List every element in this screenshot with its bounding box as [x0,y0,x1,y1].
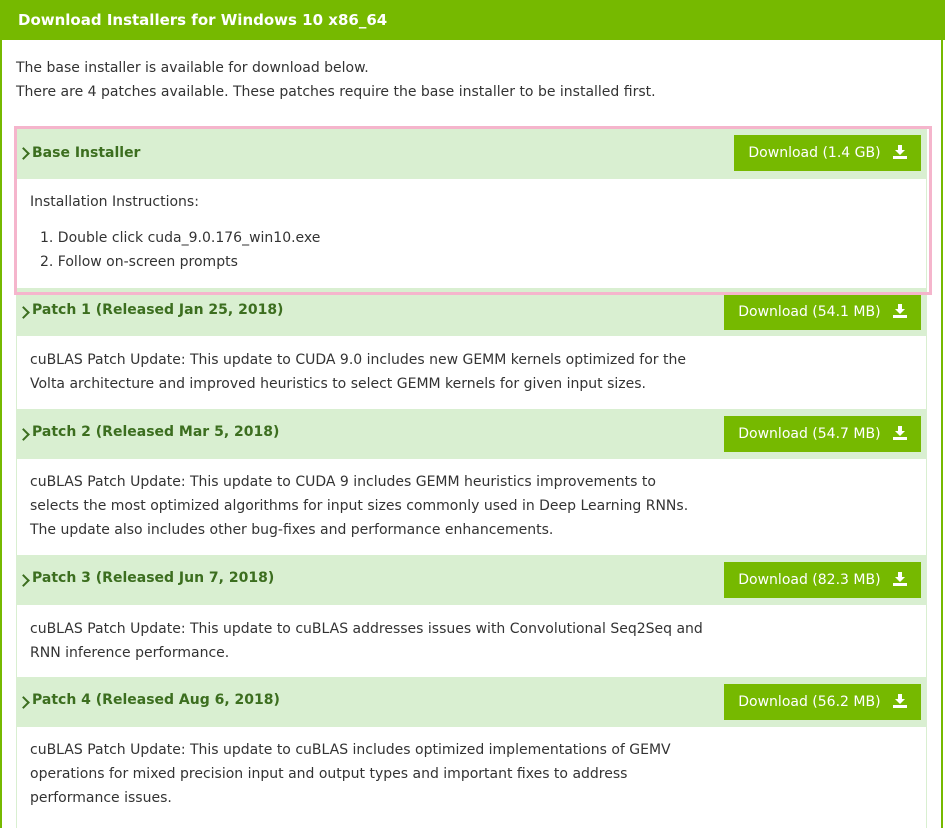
base-installer-header[interactable]: Base Installer Download (1.4 GB) [16,129,927,179]
download-patch-1-label: Download (54.1 MB) [738,304,881,320]
patch-4-desc-line: operations for mixed precision input and… [30,766,628,782]
patch-2-title: Patch 2 (Released Mar 5, 2018) [32,424,280,440]
patch-4-desc-line: performance issues. [30,790,172,806]
download-patch-2-label: Download (54.7 MB) [738,426,881,442]
chevron-right-icon [17,306,30,319]
intro-line-2: There are 4 patches available. These pat… [16,84,656,100]
list-right-border [926,129,927,828]
download-patch-3-button[interactable]: Download (82.3 MB) [724,562,921,598]
intro-line-1: The base installer is available for down… [16,60,369,76]
patch-4-desc-line: cuBLAS Patch Update: This update to cuBL… [30,742,671,758]
patch-2-desc-line: The update also includes other bug-fixes… [30,522,554,538]
instructions-label: Installation Instructions: [30,194,199,210]
patch-1-desc-line: cuBLAS Patch Update: This update to CUDA… [30,352,686,368]
download-patch-4-button[interactable]: Download (56.2 MB) [724,684,921,720]
patch-1-body: cuBLAS Patch Update: This update to CUDA… [30,348,686,396]
patch-1-desc-line: Volta architecture and improved heuristi… [30,376,646,392]
download-base-button[interactable]: Download (1.4 GB) [734,135,921,171]
patch-1-title: Patch 1 (Released Jan 25, 2018) [32,302,284,318]
chevron-right-icon [17,574,30,587]
download-icon [893,304,907,318]
patch-3-desc-line: cuBLAS Patch Update: This update to cuBL… [30,621,703,637]
download-patch-3-label: Download (82.3 MB) [738,572,881,588]
chevron-right-icon [17,428,30,441]
patch-1-header[interactable]: Patch 1 (Released Jan 25, 2018) Download… [16,288,927,336]
download-icon [893,694,907,708]
list-left-border [16,129,17,828]
patch-2-header[interactable]: Patch 2 (Released Mar 5, 2018) Download … [16,409,927,459]
patch-3-desc-line: RNN inference performance. [30,645,230,661]
patch-4-title: Patch 4 (Released Aug 6, 2018) [32,692,280,708]
download-icon [893,426,907,440]
download-patch-1-button[interactable]: Download (54.1 MB) [724,294,921,330]
base-installer-title: Base Installer [32,145,141,161]
patch-2-desc-line: cuBLAS Patch Update: This update to CUDA… [30,474,656,490]
patch-3-body: cuBLAS Patch Update: This update to cuBL… [30,617,703,665]
intro-text: The base installer is available for down… [16,56,656,104]
panel-title: Download Installers for Windows 10 x86_6… [2,0,945,40]
patch-4-body: cuBLAS Patch Update: This update to cuBL… [30,738,671,810]
instruction-step: 1. Double click cuda_9.0.176_win10.exe [40,230,321,246]
patch-3-header[interactable]: Patch 3 (Released Jun 7, 2018) Download … [16,555,927,605]
download-patch-2-button[interactable]: Download (54.7 MB) [724,416,921,452]
patch-4-header[interactable]: Patch 4 (Released Aug 6, 2018) Download … [16,677,927,727]
instruction-step: 2. Follow on-screen prompts [40,254,238,270]
patch-3-title: Patch 3 (Released Jun 7, 2018) [32,570,275,586]
base-installer-body: Installation Instructions: 1. Double cli… [30,190,320,274]
download-patch-4-label: Download (56.2 MB) [738,694,881,710]
patch-2-desc-line: selects the most optimized algorithms fo… [30,498,689,514]
download-base-label: Download (1.4 GB) [748,145,881,161]
download-icon [893,145,907,159]
download-icon [893,572,907,586]
chevron-right-icon [17,696,30,709]
chevron-right-icon [17,147,30,160]
patch-2-body: cuBLAS Patch Update: This update to CUDA… [30,470,688,542]
